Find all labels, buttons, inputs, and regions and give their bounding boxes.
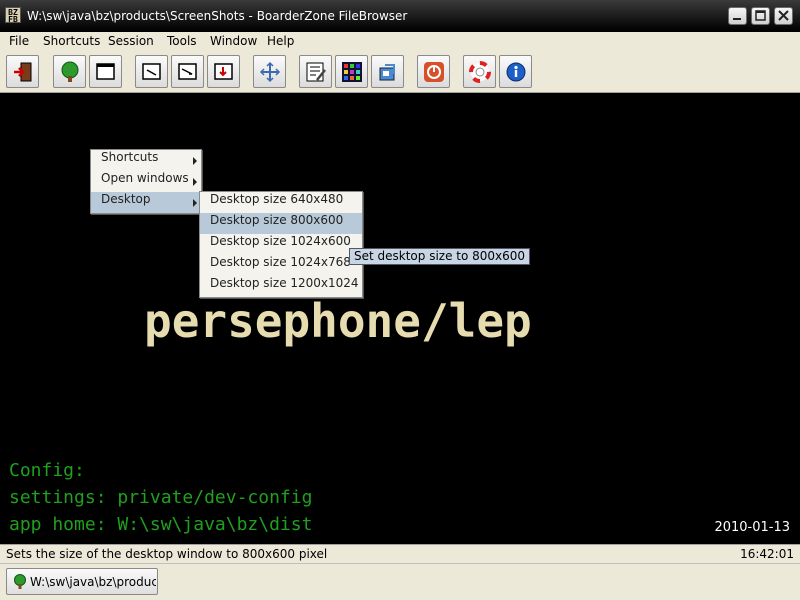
menu-item-desktop-1200x1024[interactable]: Desktop size 1200x1024 xyxy=(200,276,362,297)
toolbar xyxy=(0,51,800,93)
window-down-icon xyxy=(214,63,233,80)
tree-icon xyxy=(61,61,79,82)
submenu-arrow-icon xyxy=(193,157,197,165)
lifebuoy-icon xyxy=(469,61,491,83)
lifebuoy-button[interactable] xyxy=(463,55,496,88)
arrange-icon xyxy=(259,61,281,83)
tree-icon xyxy=(14,574,26,589)
menu-session[interactable]: Session xyxy=(108,34,154,48)
network-icon xyxy=(379,64,395,81)
context-menu: Shortcuts Open windows Desktop xyxy=(90,149,202,214)
config-heading: Config: xyxy=(9,460,85,481)
desktop-host-label: persephone/lep xyxy=(144,294,532,348)
taskbar: W:\sw\java\bz\produc... xyxy=(0,563,800,600)
menu-help[interactable]: Help xyxy=(267,34,294,48)
menu-item-desktop-1024x768[interactable]: Desktop size 1024x768 xyxy=(200,255,362,276)
menu-shortcuts[interactable]: Shortcuts xyxy=(43,34,100,48)
submenu-arrow-icon xyxy=(193,199,197,207)
desktop-submenu: Desktop size 640x480 Desktop size 800x60… xyxy=(199,191,363,298)
menu-item-label: Desktop xyxy=(101,192,151,206)
window-restore-icon xyxy=(178,63,197,80)
menu-item-desktop[interactable]: Desktop xyxy=(91,192,201,213)
maximize-button[interactable] xyxy=(751,7,770,25)
close-button[interactable] xyxy=(774,7,793,25)
status-bar: Sets the size of the desktop window to 8… xyxy=(0,544,800,563)
window-down-button[interactable] xyxy=(207,55,240,88)
menu-item-label: Open windows xyxy=(101,171,189,185)
window-minimize-button[interactable] xyxy=(135,55,168,88)
menu-item-open-windows[interactable]: Open windows xyxy=(91,171,201,192)
exit-button[interactable] xyxy=(6,55,39,88)
task-button[interactable]: W:\sw\java\bz\produc... xyxy=(6,568,158,595)
minimize-icon xyxy=(733,18,741,20)
info-button[interactable] xyxy=(499,55,532,88)
tooltip: Set desktop size to 800x600 xyxy=(349,248,531,265)
close-icon xyxy=(778,10,789,21)
color-grid-icon xyxy=(342,62,362,82)
power-icon xyxy=(424,62,444,82)
menu-bar: File Shortcuts Session Tools Window Help xyxy=(0,32,800,51)
menu-item-shortcuts[interactable]: Shortcuts xyxy=(91,150,201,171)
task-label: W:\sw\java\bz\produc... xyxy=(30,575,156,589)
menu-item-desktop-640x480[interactable]: Desktop size 640x480 xyxy=(200,192,362,213)
edit-button[interactable] xyxy=(299,55,332,88)
arrange-button[interactable] xyxy=(253,55,286,88)
menu-file[interactable]: File xyxy=(9,34,29,48)
maximize-icon xyxy=(755,10,766,21)
menu-item-desktop-800x600[interactable]: Desktop size 800x600 xyxy=(200,213,362,234)
edit-icon xyxy=(306,62,326,82)
desktop-date: 2010-01-13 xyxy=(714,520,790,535)
menu-window[interactable]: Window xyxy=(210,34,257,48)
info-icon xyxy=(506,62,526,82)
window-title: W:\sw\java\bz\products\ScreenShots - Boa… xyxy=(27,9,408,23)
status-time: 16:42:01 xyxy=(740,547,794,561)
menu-tools[interactable]: Tools xyxy=(167,34,197,48)
tree-button[interactable] xyxy=(53,55,86,88)
window-button[interactable] xyxy=(89,55,122,88)
color-grid-button[interactable] xyxy=(335,55,368,88)
menu-item-label: Shortcuts xyxy=(101,150,159,164)
app-icon[interactable]: BZ FB xyxy=(5,7,21,24)
title-bar: BZ FB W:\sw\java\bz\products\ScreenShots … xyxy=(0,0,800,32)
menu-item-desktop-1024x600[interactable]: Desktop size 1024x600 xyxy=(200,234,362,255)
power-button[interactable] xyxy=(417,55,450,88)
window-minimize-icon xyxy=(142,63,161,80)
network-button[interactable] xyxy=(371,55,404,88)
status-message: Sets the size of the desktop window to 8… xyxy=(6,547,328,561)
submenu-arrow-icon xyxy=(193,178,197,186)
config-app-home: app home: W:\sw\java\bz\dist xyxy=(9,514,313,535)
window-icon xyxy=(96,63,115,80)
window-restore-button[interactable] xyxy=(171,55,204,88)
config-settings: settings: private/dev-config xyxy=(9,487,313,508)
minimize-button[interactable] xyxy=(728,7,747,25)
exit-icon xyxy=(14,62,32,82)
